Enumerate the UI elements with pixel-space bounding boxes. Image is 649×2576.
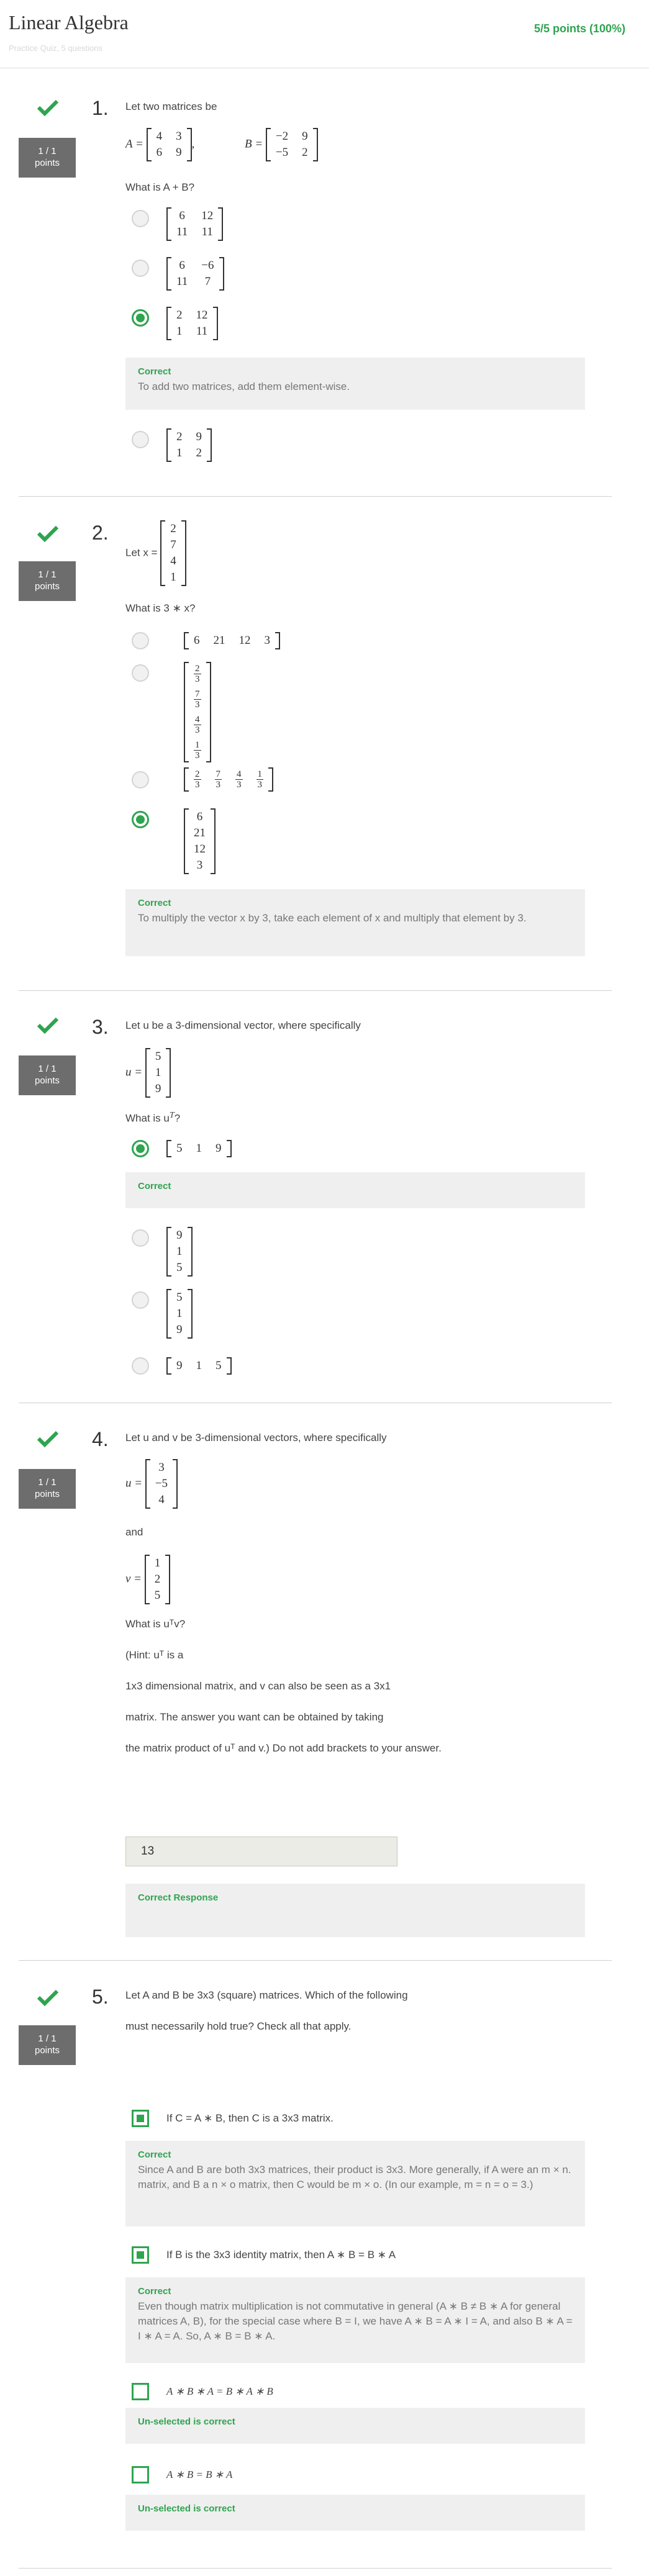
hint-text: (Hint: uᵀ is a xyxy=(125,1649,184,1661)
points-badge: 1 / 1 points xyxy=(19,561,76,601)
page-title: Linear Algebra xyxy=(9,11,129,34)
hint-text: matrix. The answer you want can be obtai… xyxy=(125,1711,384,1723)
feedback-title: Correct xyxy=(138,1181,171,1191)
option-row-fractions: 23 73 43 13 xyxy=(184,767,273,792)
points-badge: 1 / 1 points xyxy=(19,2025,76,2065)
radio-option-4-selected[interactable] xyxy=(132,811,149,828)
feedback-box: Correct Response xyxy=(125,1884,585,1937)
radio-option-3[interactable] xyxy=(132,1291,149,1309)
feedback-box: Correct To add two matrices, add them el… xyxy=(125,358,585,410)
vector-u: u = 519 xyxy=(125,1048,171,1098)
question-prompt: What is A + B? xyxy=(125,181,195,193)
option-row-vector: 6 21 12 3 xyxy=(184,632,280,649)
option-row-vector: 915 xyxy=(166,1357,232,1375)
check-icon xyxy=(37,1989,59,2007)
question-number: 5. xyxy=(92,1986,109,2008)
points-badge: 1 / 1 points xyxy=(19,1469,76,1509)
question-4: 1 / 1 points 4. Let u and v be 3-dimensi… xyxy=(19,1403,612,1961)
feedback-box: Un-selected is correct xyxy=(125,2495,585,2531)
question-number: 3. xyxy=(92,1016,109,1038)
checkbox-option-1-checked[interactable] xyxy=(132,2110,149,2127)
feedback-title: Correct xyxy=(138,366,171,377)
check-icon xyxy=(37,99,59,117)
feedback-title: Correct xyxy=(138,898,171,908)
option-column-fractions: 23 73 43 13 xyxy=(184,662,211,762)
question-prompt: What is 3 ∗ x? xyxy=(125,602,196,614)
vector-u: u = 3 −5 4 xyxy=(125,1459,178,1509)
checkbox-option-3[interactable] xyxy=(132,2383,149,2400)
feedback-title: Correct Response xyxy=(138,1892,219,1903)
vector-x: Let x = 2741 xyxy=(125,520,186,586)
feedback-text: To add two matrices, add them element-wi… xyxy=(138,381,350,392)
option-column-vector: 519 xyxy=(166,1289,193,1339)
question-prompt: What is uᵀv? xyxy=(125,1618,186,1630)
feedback-text: Even though matrix multiplication is not… xyxy=(138,2300,573,2342)
question-prompt: What is uT? xyxy=(125,1110,181,1124)
question-1: 1 / 1 points 1. Let two matrices be A = … xyxy=(19,68,612,497)
radio-option-2[interactable] xyxy=(132,664,149,682)
question-text: must necessarily hold true? Check all th… xyxy=(125,2020,352,2032)
score-summary: 5/5 points (100%) xyxy=(533,22,625,35)
radio-option-3-selected[interactable] xyxy=(132,309,149,327)
radio-option-1[interactable] xyxy=(132,210,149,227)
question-intro: Let two matrices be xyxy=(125,101,217,112)
check-icon xyxy=(37,1430,59,1448)
checkbox-option-2-checked[interactable] xyxy=(132,2246,149,2264)
option-row-vector: 519 xyxy=(166,1140,232,1157)
option-label: If C = A ∗ B, then C is a 3x3 matrix. xyxy=(166,2112,334,2124)
radio-option-3[interactable] xyxy=(132,771,149,789)
checkbox-option-4[interactable] xyxy=(132,2466,149,2483)
question-number: 1. xyxy=(92,97,109,119)
question-number: 2. xyxy=(92,522,109,544)
points-badge: 1 / 1 points xyxy=(19,1055,76,1095)
quiz-header: Linear Algebra Practice Quiz, 5 question… xyxy=(0,0,649,68)
and-label: and xyxy=(125,1526,143,1538)
check-icon xyxy=(37,1017,59,1034)
question-3: 1 / 1 points 3. Let u be a 3-dimensional… xyxy=(19,991,612,1403)
option-label: A ∗ B = B ∗ A xyxy=(166,2469,233,2480)
points-badge: 1 / 1 points xyxy=(19,138,76,178)
question-5: 1 / 1 points 5. Let A and B be 3x3 (squa… xyxy=(19,1961,612,2569)
feedback-box: Correct Since A and B are both 3x3 matri… xyxy=(125,2141,585,2226)
check-icon xyxy=(37,525,59,543)
hint-text: the matrix product of uᵀ and v.) Do not … xyxy=(125,1742,442,1754)
radio-option-2[interactable] xyxy=(132,260,149,277)
question-intro: Let u be a 3-dimensional vector, where s… xyxy=(125,1019,361,1031)
feedback-title: Un-selected is correct xyxy=(138,2503,235,2514)
radio-option-4[interactable] xyxy=(132,431,149,448)
feedback-box: Correct Even though matrix multiplicatio… xyxy=(125,2277,585,2363)
option-matrix: 2 12 1 11 xyxy=(166,307,218,340)
vector-v: v = 125 xyxy=(125,1555,171,1604)
matrix-b: B = −2 9 −5 2 xyxy=(245,128,318,161)
question-intro: Let u and v be 3-dimensional vectors, wh… xyxy=(125,1432,387,1444)
option-matrix: 29 12 xyxy=(166,428,212,462)
feedback-text: To multiply the vector x by 3, take each… xyxy=(138,912,527,924)
question-2: 1 / 1 points 2. Let x = 2741 What is 3 ∗… xyxy=(19,497,612,991)
feedback-box: Un-selected is correct xyxy=(125,2408,585,2444)
question-text: Let A and B be 3x3 (square) matrices. Wh… xyxy=(125,1989,408,2001)
feedback-box: Correct xyxy=(125,1172,585,1208)
feedback-box: Correct To multiply the vector x by 3, t… xyxy=(125,889,585,956)
radio-option-4[interactable] xyxy=(132,1357,149,1375)
radio-option-1[interactable] xyxy=(132,632,149,649)
option-label: A ∗ B ∗ A = B ∗ A ∗ B xyxy=(166,2385,273,2397)
option-column-vector: 915 xyxy=(166,1227,193,1277)
option-column-vector: 6 21 12 3 xyxy=(184,808,216,874)
hint-text: 1x3 dimensional matrix, and v can also b… xyxy=(125,1680,391,1692)
radio-option-1-selected[interactable] xyxy=(132,1140,149,1157)
matrix-a: A = 43 69 , xyxy=(125,128,194,161)
feedback-title: Un-selected is correct xyxy=(138,2416,235,2427)
quiz-subtitle: Practice Quiz, 5 questions xyxy=(9,43,103,53)
question-number: 4. xyxy=(92,1428,109,1450)
feedback-title: Correct xyxy=(138,2286,171,2297)
feedback-title: Correct xyxy=(138,2149,171,2160)
answer-input[interactable]: 13 xyxy=(125,1837,397,1866)
option-matrix: 6 −6 11 7 xyxy=(166,257,224,291)
radio-option-2[interactable] xyxy=(132,1229,149,1247)
feedback-text: Since A and B are both 3x3 matrices, the… xyxy=(138,2164,571,2190)
option-label: If B is the 3x3 identity matrix, then A … xyxy=(166,2249,396,2261)
option-matrix: 6 12 11 11 xyxy=(166,207,224,241)
